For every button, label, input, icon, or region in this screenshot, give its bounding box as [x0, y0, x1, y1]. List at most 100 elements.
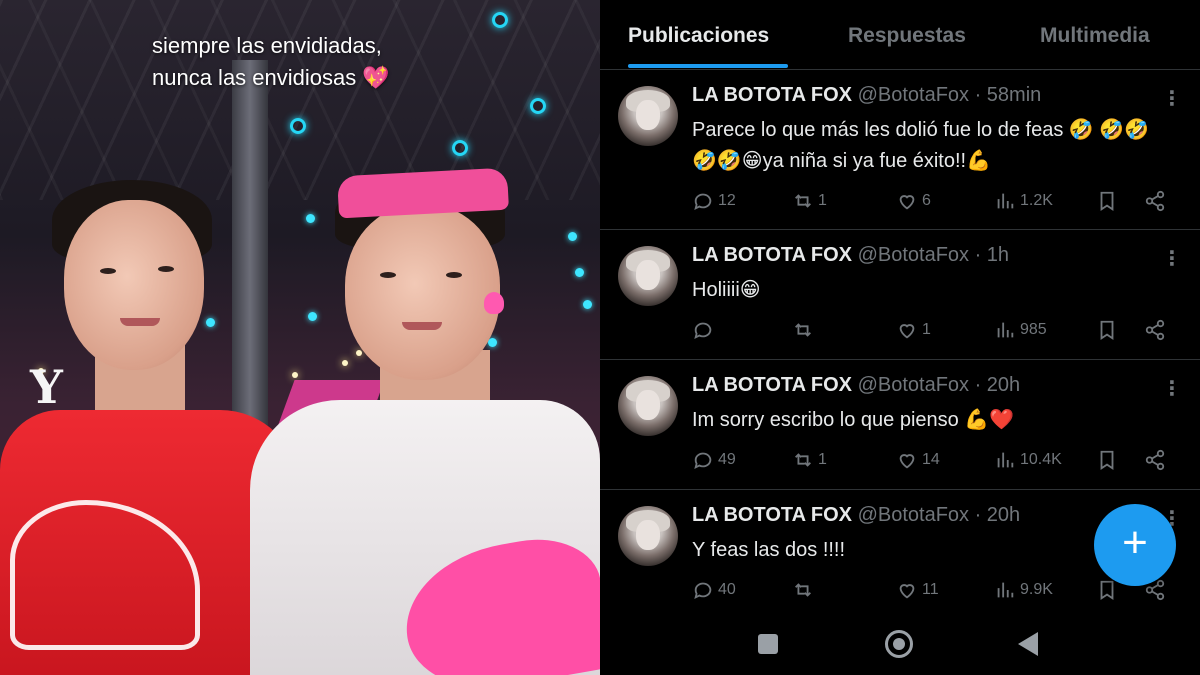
eye [380, 272, 396, 278]
post-text: Im sorry escribo lo que pienso 💪❤️ [692, 409, 1015, 431]
back-icon[interactable] [1018, 632, 1038, 656]
post[interactable]: LA BOTOTA FOX @BototaFox · 58min ⋮ Parec… [600, 72, 1200, 230]
avatar[interactable] [618, 376, 678, 436]
like-button[interactable]: 6 [896, 190, 931, 212]
stage-light [583, 300, 592, 309]
reply-icon [694, 452, 712, 470]
pink-headband [337, 167, 509, 219]
heart-icon [899, 195, 915, 210]
post[interactable]: LA BOTOTA FOX @BototaFox · 20h ⋮ Im sorr… [600, 362, 1200, 490]
eye [158, 266, 174, 272]
stage-light [308, 312, 317, 321]
caption-line: nunca las envidiosas 💖 [152, 65, 390, 90]
face [64, 200, 204, 370]
share-button[interactable] [1144, 190, 1170, 212]
display-name[interactable]: LA BOTOTA FOX [692, 504, 852, 526]
stage-light [575, 268, 584, 277]
reply-button[interactable] [692, 319, 718, 341]
like-count: 11 [922, 581, 939, 598]
view-count: 985 [1020, 321, 1047, 338]
like-button[interactable]: 1 [896, 319, 931, 341]
repost-button[interactable]: 1 [792, 190, 827, 212]
view-count: 1.2K [1020, 192, 1053, 209]
display-name[interactable]: LA BOTOTA FOX [692, 84, 852, 106]
view-count: 9.9K [1020, 581, 1053, 598]
views-icon [997, 582, 1014, 598]
recents-icon[interactable] [758, 634, 778, 654]
android-nav-bar [600, 612, 1200, 675]
reply-button[interactable]: 49 [692, 449, 736, 471]
warm-light [342, 360, 348, 366]
bookmark-icon [1100, 191, 1114, 211]
repost-icon [795, 453, 811, 467]
views-icon [997, 322, 1014, 338]
warm-light [356, 350, 362, 356]
views-icon [997, 193, 1014, 209]
more-options-icon[interactable]: ⋮ [1162, 246, 1182, 271]
stage-light [452, 140, 468, 156]
video-frame: Y siempre las envidiadas, nunca las envi… [0, 0, 600, 675]
views-button[interactable]: 10.4K [994, 449, 1062, 471]
eye [100, 268, 116, 274]
profile-timeline: Publicaciones Respuestas Multimedia LA B… [600, 0, 1200, 675]
reply-button[interactable]: 40 [692, 579, 736, 601]
bookmark-button[interactable] [1096, 319, 1122, 341]
more-options-icon[interactable]: ⋮ [1162, 86, 1182, 111]
bookmark-icon [1100, 320, 1114, 340]
repost-button[interactable] [792, 579, 818, 601]
views-button[interactable]: 9.9K [994, 579, 1053, 601]
share-button[interactable] [1144, 319, 1170, 341]
like-count: 6 [922, 192, 931, 209]
views-button[interactable]: 985 [994, 319, 1047, 341]
stage-light [568, 232, 577, 241]
like-button[interactable]: 11 [896, 579, 939, 601]
post-text: Holiiii😁 [692, 279, 761, 301]
handle-time: @BototaFox · 20h [857, 374, 1021, 396]
repost-button[interactable]: 1 [792, 449, 827, 471]
post-header: LA BOTOTA FOX @BototaFox · 20h [692, 374, 1020, 397]
heart-earring [484, 292, 504, 314]
tab-posts[interactable]: Publicaciones [628, 24, 769, 48]
post[interactable]: LA BOTOTA FOX @BototaFox · 1h ⋮ Holiiii😁… [600, 232, 1200, 360]
post-actions: 1 985 [692, 319, 1172, 345]
display-name[interactable]: LA BOTOTA FOX [692, 244, 852, 266]
reply-icon [694, 582, 712, 600]
home-icon[interactable] [885, 630, 913, 658]
compose-button[interactable]: + [1094, 504, 1176, 586]
reply-icon [694, 193, 712, 211]
face [345, 205, 500, 380]
like-count: 14 [922, 451, 940, 468]
more-options-icon[interactable]: ⋮ [1162, 376, 1182, 401]
avatar[interactable] [618, 246, 678, 306]
avatar[interactable] [618, 506, 678, 566]
tab-replies[interactable]: Respuestas [848, 24, 966, 48]
stage-pole [232, 60, 268, 430]
stage-light [530, 98, 546, 114]
handle-time: @BototaFox · 58min [857, 84, 1042, 106]
reply-count: 40 [718, 581, 736, 598]
bookmark-button[interactable] [1096, 449, 1122, 471]
stage-sign: Y [30, 360, 63, 414]
bookmark-button[interactable] [1096, 190, 1122, 212]
video-caption: siempre las envidiadas, nunca las envidi… [152, 30, 472, 94]
heart-icon [899, 454, 915, 469]
mouth [402, 322, 442, 330]
like-button[interactable]: 14 [896, 449, 940, 471]
post-header: LA BOTOTA FOX @BototaFox · 20h [692, 504, 1020, 527]
stage-light [306, 214, 315, 223]
post-header: LA BOTOTA FOX @BototaFox · 1h [692, 244, 1009, 267]
reply-count: 49 [718, 451, 736, 468]
repost-button[interactable] [792, 319, 818, 341]
avatar[interactable] [618, 86, 678, 146]
display-name[interactable]: LA BOTOTA FOX [692, 374, 852, 396]
profile-tabs: Publicaciones Respuestas Multimedia [600, 0, 1200, 70]
share-button[interactable] [1144, 449, 1170, 471]
heart-icon [899, 584, 915, 599]
views-button[interactable]: 1.2K [994, 190, 1053, 212]
repost-icon [795, 194, 811, 208]
views-icon [997, 452, 1014, 468]
tab-media[interactable]: Multimedia [1040, 24, 1150, 48]
stage-light [492, 12, 508, 28]
mouth [120, 318, 160, 326]
reply-button[interactable]: 12 [692, 190, 736, 212]
